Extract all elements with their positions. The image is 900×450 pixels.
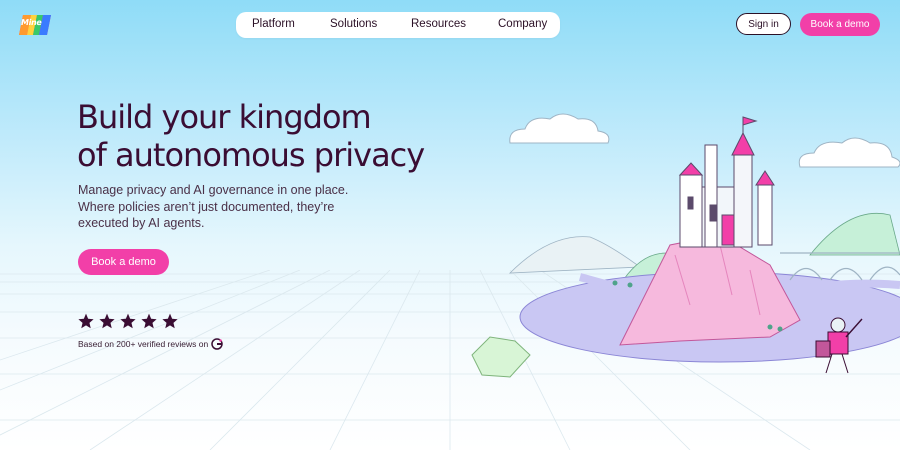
star-icon bbox=[162, 313, 178, 329]
reviews-note: Based on 200+ verified reviews on bbox=[78, 338, 223, 350]
main-nav: Platform Solutions Resources Company bbox=[236, 12, 560, 38]
star-icon bbox=[78, 313, 94, 329]
hill-left bbox=[508, 236, 642, 274]
hero-subtitle: Manage privacy and AI governance in one … bbox=[78, 183, 349, 230]
sign-in-button[interactable]: Sign in bbox=[736, 13, 791, 35]
hero-title-line1: Build your kingdom bbox=[77, 98, 372, 136]
star-icon bbox=[120, 313, 136, 329]
cloud-right bbox=[798, 137, 900, 168]
hero-title-line2: of autonomous privacy bbox=[77, 136, 425, 174]
foreground-rock bbox=[471, 336, 531, 378]
logo-text: Mine bbox=[20, 18, 43, 27]
rating-stars bbox=[78, 313, 178, 331]
g2-icon[interactable] bbox=[211, 338, 223, 350]
nav-item-company[interactable]: Company bbox=[498, 18, 547, 30]
nav-item-solutions[interactable]: Solutions bbox=[330, 18, 377, 30]
hero-title: Build your kingdom of autonomous privacy bbox=[77, 98, 457, 174]
star-icon bbox=[141, 313, 157, 329]
castle bbox=[678, 116, 775, 248]
cloud-left bbox=[509, 113, 610, 144]
nav-item-resources[interactable]: Resources bbox=[411, 18, 466, 30]
book-demo-header-button[interactable]: Book a demo bbox=[800, 13, 880, 36]
book-demo-hero-button[interactable]: Book a demo bbox=[78, 249, 169, 275]
hill-right bbox=[809, 213, 900, 256]
reviews-text: Based on 200+ verified reviews on bbox=[78, 339, 209, 349]
rock bbox=[619, 234, 801, 346]
nav-item-platform[interactable]: Platform bbox=[252, 18, 295, 30]
star-icon bbox=[99, 313, 115, 329]
castle-illustration bbox=[471, 113, 900, 378]
logo[interactable]: Mine bbox=[19, 15, 51, 35]
